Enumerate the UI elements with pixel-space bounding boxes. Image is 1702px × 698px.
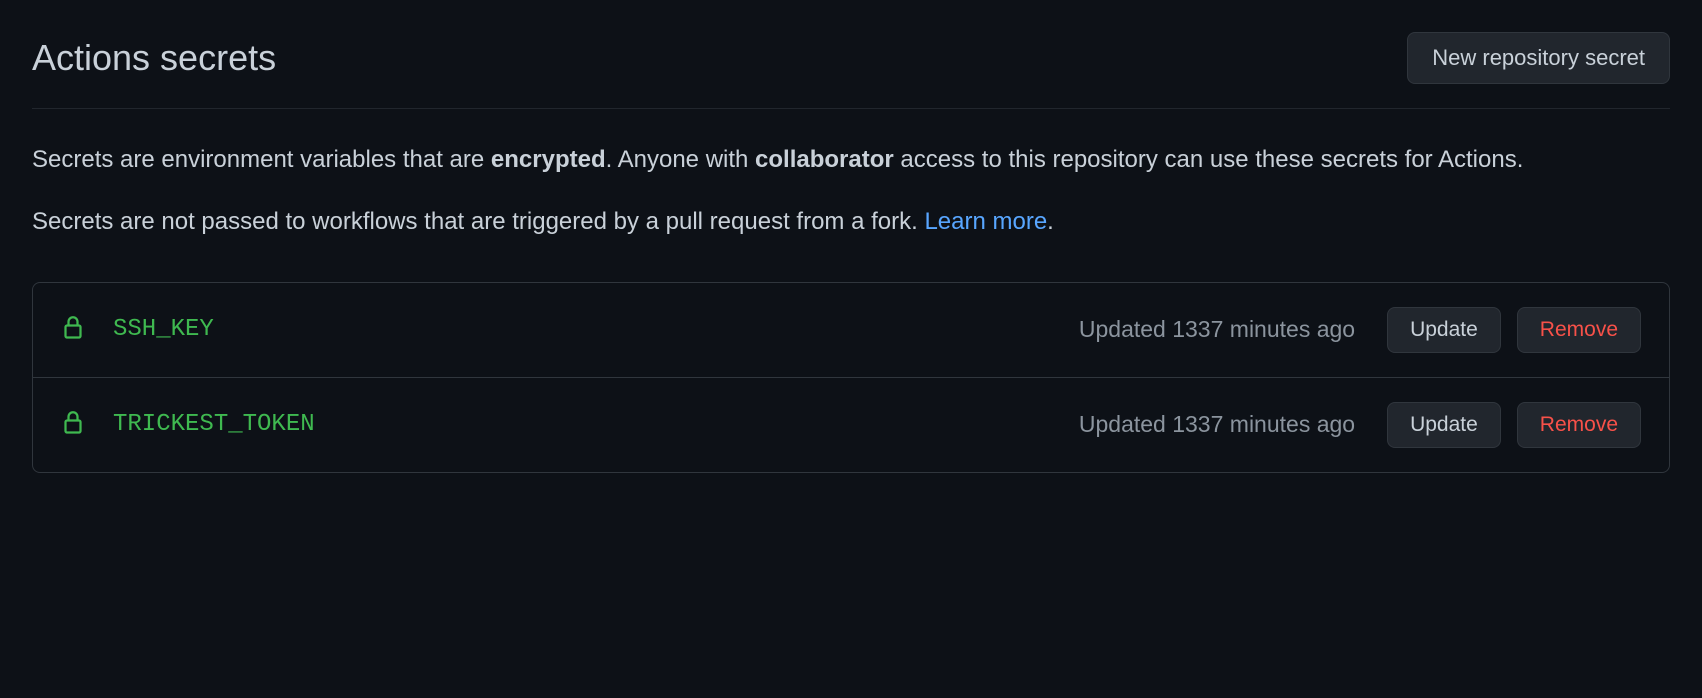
- description-bold-encrypted: encrypted: [491, 146, 606, 173]
- lock-icon: [61, 313, 85, 346]
- remove-button[interactable]: Remove: [1517, 307, 1641, 353]
- secret-updated-time: Updated 1337 minutes ago: [1079, 316, 1355, 343]
- secret-updated-time: Updated 1337 minutes ago: [1079, 411, 1355, 438]
- description-text: access to this repository can use these …: [894, 146, 1524, 173]
- secret-row: SSH_KEY Updated 1337 minutes ago Update …: [33, 283, 1669, 378]
- secret-name: SSH_KEY: [113, 316, 1079, 343]
- secret-name: TRICKEST_TOKEN: [113, 411, 1079, 438]
- secrets-description: Secrets are environment variables that a…: [32, 141, 1670, 179]
- description-text: . Anyone with: [606, 146, 755, 173]
- lock-icon: [61, 408, 85, 441]
- learn-more-text: Secrets are not passed to workflows that…: [32, 208, 924, 235]
- page-header: Actions secrets New repository secret: [32, 32, 1670, 109]
- secret-row: TRICKEST_TOKEN Updated 1337 minutes ago …: [33, 378, 1669, 472]
- new-repository-secret-button[interactable]: New repository secret: [1407, 32, 1670, 84]
- update-button[interactable]: Update: [1387, 307, 1501, 353]
- learn-more-suffix: .: [1047, 208, 1054, 235]
- learn-more-line: Secrets are not passed to workflows that…: [32, 203, 1670, 241]
- update-button[interactable]: Update: [1387, 402, 1501, 448]
- page-title: Actions secrets: [32, 37, 276, 79]
- learn-more-link[interactable]: Learn more: [924, 208, 1047, 235]
- description-text: Secrets are environment variables that a…: [32, 146, 491, 173]
- remove-button[interactable]: Remove: [1517, 402, 1641, 448]
- secrets-table: SSH_KEY Updated 1337 minutes ago Update …: [32, 282, 1670, 473]
- description-bold-collaborator: collaborator: [755, 146, 894, 173]
